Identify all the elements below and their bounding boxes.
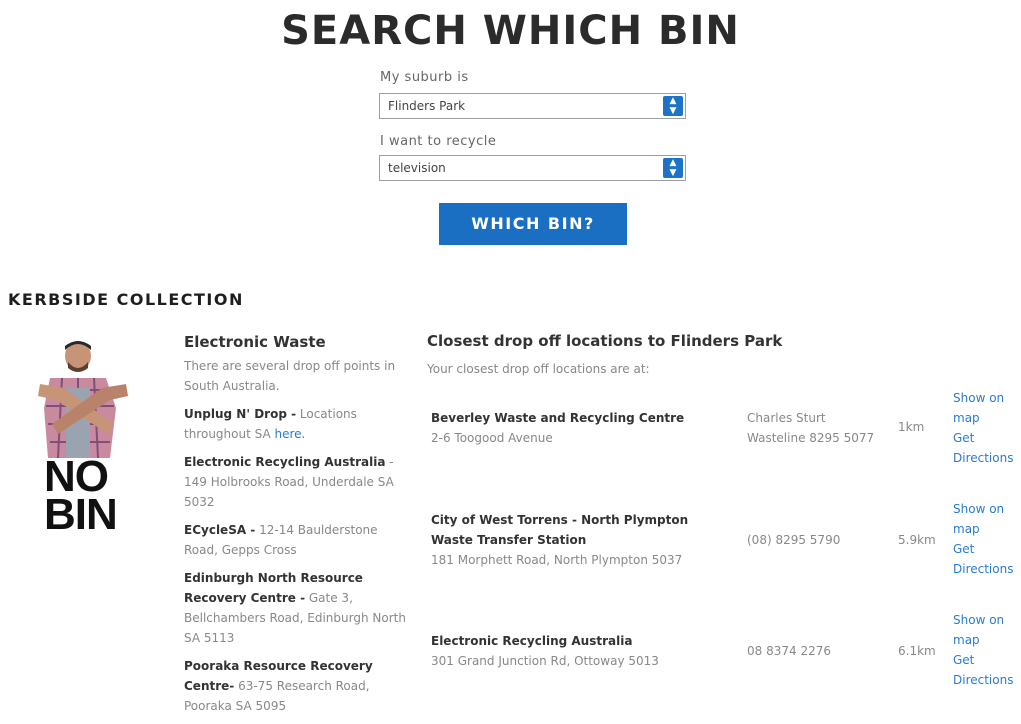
location-address: 301 Grand Junction Rd, Ottoway 5013	[431, 654, 659, 668]
suburb-label: My suburb is	[380, 70, 469, 85]
get-directions-link[interactable]: Get Directions	[953, 428, 1021, 468]
electronic-waste-panel: Electronic Waste There are several drop …	[184, 332, 406, 724]
person-image	[38, 341, 128, 458]
location-distance: 1km	[898, 420, 925, 434]
location-info: City of West Torrens - North Plympton Wa…	[431, 510, 731, 570]
show-on-map-text: Show on	[953, 502, 1005, 516]
show-on-map-text: map	[953, 411, 980, 425]
show-on-map-link[interactable]: Show on map	[953, 610, 1021, 650]
location-phone: (08) 8295 5790	[747, 530, 887, 550]
location-info: Electronic Recycling Australia 301 Grand…	[431, 631, 731, 671]
get-directions-link[interactable]: Get Directions	[953, 650, 1021, 690]
location-name: Electronic Recycling Australia	[431, 634, 633, 648]
get-directions-text: Directions	[953, 562, 1014, 576]
suburb-select-value: Flinders Park	[388, 99, 466, 113]
item-name: Unplug N' Drop -	[184, 407, 297, 421]
suburb-select[interactable]: Flinders Park ▲ ▼	[379, 93, 686, 119]
select-chevron-icon: ▲ ▼	[663, 158, 683, 178]
select-chevron-icon: ▲ ▼	[663, 96, 683, 116]
show-on-map-link[interactable]: Show on map	[953, 388, 1021, 428]
location-phone: 08 8374 2276	[747, 641, 887, 661]
recycle-select[interactable]: television ▲ ▼	[379, 155, 686, 181]
get-directions-text: Directions	[953, 451, 1014, 465]
location-address: 181 Morphett Road, North Plympton 5037	[431, 553, 683, 567]
show-on-map-text: map	[953, 522, 980, 536]
page-title: SEARCH WHICH BIN	[281, 8, 740, 54]
location-name: Beverley Waste and Recycling Centre	[431, 411, 685, 425]
phone-line: Wasteline 8295 5077	[747, 431, 875, 445]
list-item: Electronic Recycling Australia - 149 Hol…	[184, 452, 406, 512]
no-bin-sign: NO BIN	[44, 455, 118, 539]
show-on-map-text: map	[953, 633, 980, 647]
item-name: Electronic Recycling Australia	[184, 455, 386, 469]
electronic-waste-heading: Electronic Waste	[184, 333, 326, 351]
list-item: Unplug N' Drop - Locations throughout SA…	[184, 404, 406, 444]
show-on-map-link[interactable]: Show on map	[953, 499, 1021, 539]
list-item: ECycleSA - 12-14 Baulderstone Road, Gepp…	[184, 520, 406, 560]
show-on-map-text: Show on	[953, 391, 1005, 405]
electronic-waste-intro: There are several drop off points in Sou…	[184, 359, 396, 393]
recycle-select-value: television	[388, 161, 446, 175]
phone-line: Charles Sturt	[747, 411, 826, 425]
location-info: Beverley Waste and Recycling Centre 2-6 …	[431, 408, 731, 448]
location-name: Waste Transfer Station	[431, 533, 587, 547]
kerbside-heading: KERBSIDE COLLECTION	[8, 290, 244, 309]
no-bin-line2: BIN	[44, 490, 118, 539]
drop-off-heading: Closest drop off locations to Flinders P…	[427, 332, 783, 350]
location-actions: Show on map Get Directions	[953, 610, 1021, 690]
here-link[interactable]: here.	[274, 427, 305, 441]
location-distance: 5.9km	[898, 533, 936, 547]
get-directions-link[interactable]: Get Directions	[953, 539, 1021, 579]
phone-line: (08) 8295 5790	[747, 533, 841, 547]
location-address: 2-6 Toogood Avenue	[431, 431, 553, 445]
which-bin-button[interactable]: WHICH BIN?	[439, 203, 627, 245]
get-directions-text: Get	[953, 431, 975, 445]
get-directions-text: Get	[953, 542, 975, 556]
list-item: Pooraka Resource Recovery Centre- 63-75 …	[184, 656, 406, 716]
location-name: City of West Torrens - North Plympton	[431, 513, 689, 527]
recycle-label: I want to recycle	[380, 134, 497, 149]
show-on-map-text: Show on	[953, 613, 1005, 627]
location-actions: Show on map Get Directions	[953, 388, 1021, 468]
location-phone: Charles Sturt Wasteline 8295 5077	[747, 408, 887, 448]
drop-off-subheading: Your closest drop off locations are at:	[427, 362, 650, 376]
location-actions: Show on map Get Directions	[953, 499, 1021, 579]
item-name: ECycleSA -	[184, 523, 256, 537]
phone-line: 08 8374 2276	[747, 644, 831, 658]
get-directions-text: Directions	[953, 673, 1014, 687]
location-distance: 6.1km	[898, 644, 936, 658]
list-item: Edinburgh North Resource Recovery Centre…	[184, 568, 406, 648]
get-directions-text: Get	[953, 653, 975, 667]
